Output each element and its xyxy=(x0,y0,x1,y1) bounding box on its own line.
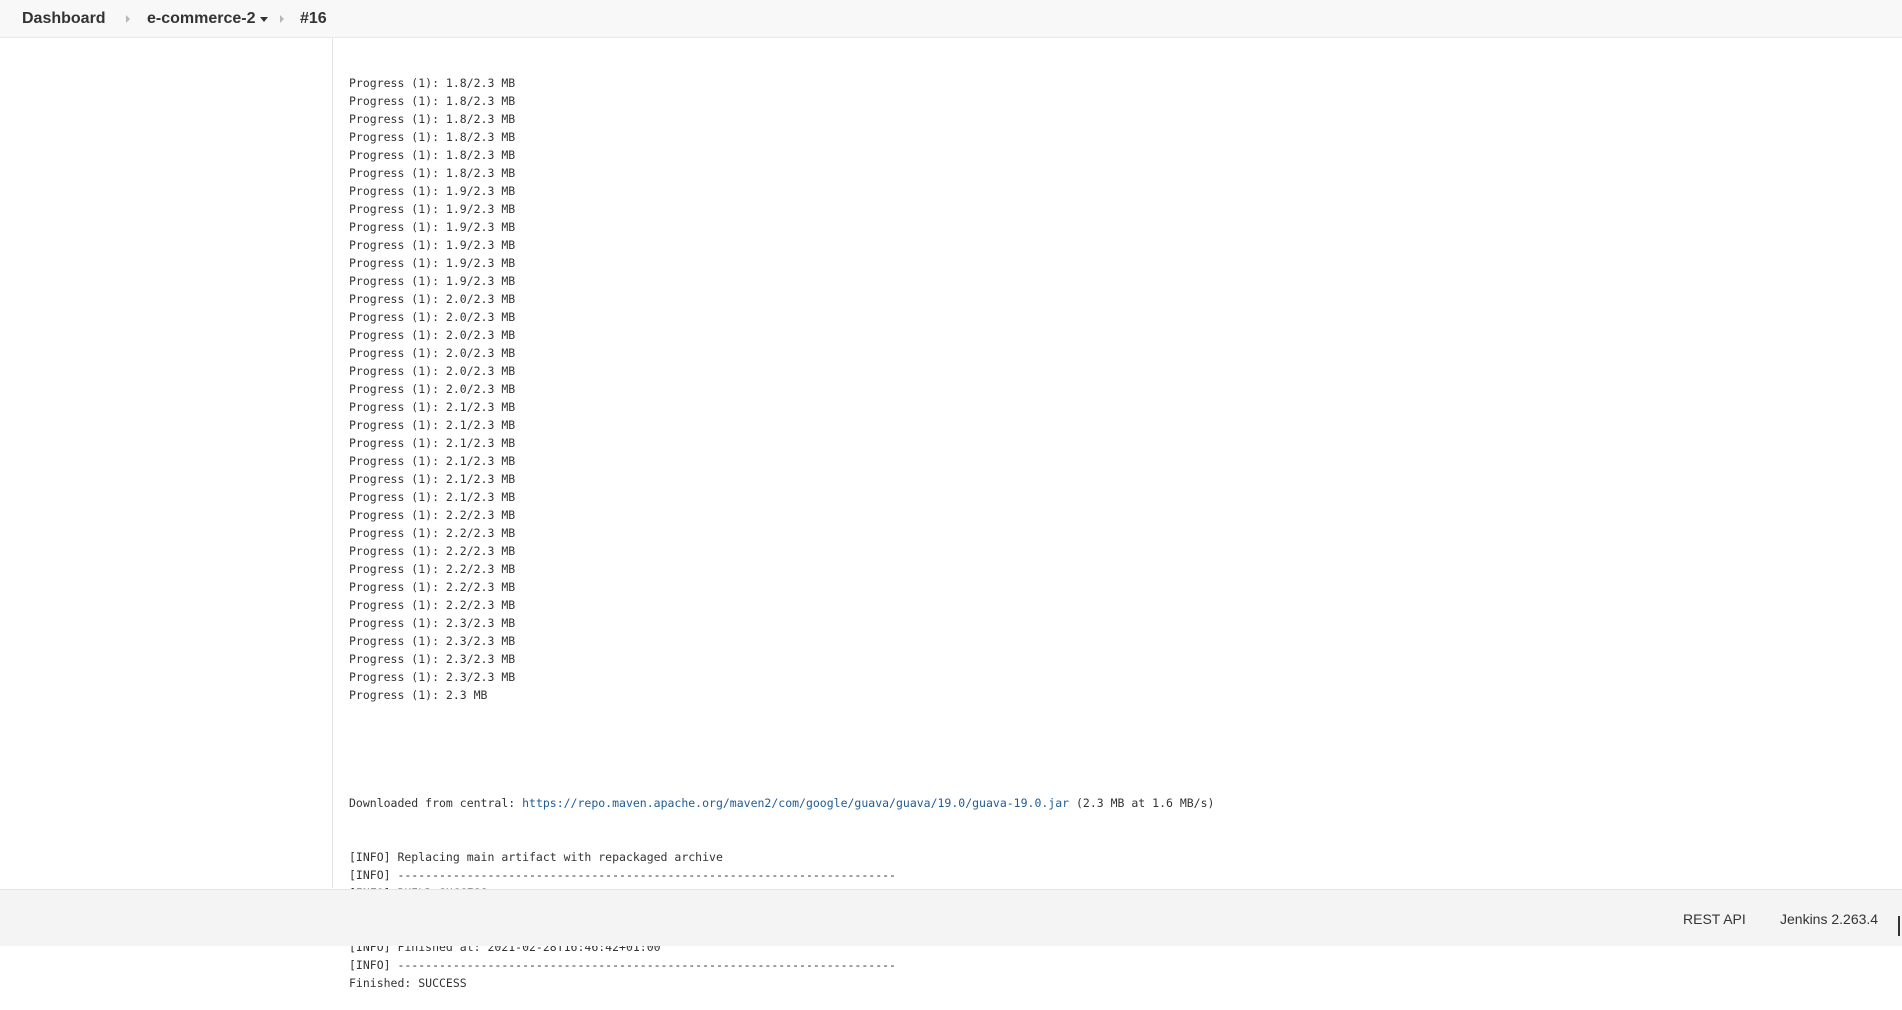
progress-line: Progress (1): 2.0/2.3 MB xyxy=(349,328,516,342)
progress-line: Progress (1): 1.9/2.3 MB xyxy=(349,220,516,234)
progress-line: Progress (1): 2.1/2.3 MB xyxy=(349,400,516,414)
breadcrumb-separator-icon xyxy=(280,15,284,23)
download-prefix: Downloaded from central: xyxy=(349,796,523,810)
progress-lines: Progress (1): 1.8/2.3 MB Progress (1): 1.… xyxy=(349,74,1869,704)
progress-line: Progress (1): 2.2/2.3 MB xyxy=(349,580,516,594)
progress-line: Progress (1): 1.8/2.3 MB xyxy=(349,76,516,90)
breadcrumb-dashboard-link[interactable]: Dashboard xyxy=(22,10,106,28)
jenkins-version-link[interactable]: Jenkins 2.263.4 xyxy=(1780,911,1878,927)
progress-line: Progress (1): 2.2/2.3 MB xyxy=(349,508,516,522)
progress-line: Progress (1): 2.3/2.3 MB xyxy=(349,616,516,630)
progress-line: Progress (1): 1.8/2.3 MB xyxy=(349,94,516,108)
progress-line: Progress (1): 2.2/2.3 MB xyxy=(349,544,516,558)
progress-line: Progress (1): 1.9/2.3 MB xyxy=(349,274,516,288)
footer: REST API Jenkins 2.263.4 xyxy=(0,889,1902,946)
progress-line: Progress (1): 2.2/2.3 MB xyxy=(349,562,516,576)
console-line: Finished: SUCCESS xyxy=(349,976,467,990)
progress-line: Progress (1): 1.8/2.3 MB xyxy=(349,148,516,162)
breadcrumb: Dashboard e-commerce-2 #16 xyxy=(0,0,1902,38)
progress-line: Progress (1): 2.3/2.3 MB xyxy=(349,670,516,684)
progress-line: Progress (1): 1.9/2.3 MB xyxy=(349,184,516,198)
console-output: Progress (1): 1.8/2.3 MB Progress (1): 1.… xyxy=(349,38,1869,1010)
progress-line: Progress (1): 1.8/2.3 MB xyxy=(349,130,516,144)
console-line: [INFO] ---------------------------------… xyxy=(349,958,896,972)
progress-line: Progress (1): 1.9/2.3 MB xyxy=(349,256,516,270)
progress-line: Progress (1): 2.2/2.3 MB xyxy=(349,526,516,540)
progress-line: Progress (1): 2.1/2.3 MB xyxy=(349,490,516,504)
progress-line: Progress (1): 1.9/2.3 MB xyxy=(349,238,516,252)
breadcrumb-build-link[interactable]: #16 xyxy=(300,10,327,28)
progress-line: Progress (1): 2.1/2.3 MB xyxy=(349,472,516,486)
progress-line: Progress (1): 2.0/2.3 MB xyxy=(349,364,516,378)
breadcrumb-separator-icon xyxy=(126,15,130,23)
progress-line: Progress (1): 2.3 MB xyxy=(349,688,488,702)
rest-api-link[interactable]: REST API xyxy=(1683,911,1746,927)
progress-line: Progress (1): 2.0/2.3 MB xyxy=(349,292,516,306)
side-panel xyxy=(0,38,333,888)
progress-line: Progress (1): 1.8/2.3 MB xyxy=(349,112,516,126)
download-suffix: (2.3 MB at 1.6 MB/s) xyxy=(1069,796,1215,810)
progress-line: Progress (1): 2.0/2.3 MB xyxy=(349,346,516,360)
progress-line: Progress (1): 2.3/2.3 MB xyxy=(349,652,516,666)
progress-line: Progress (1): 2.1/2.3 MB xyxy=(349,418,516,432)
download-url-link[interactable]: https://repo.maven.apache.org/maven2/com… xyxy=(522,796,1069,810)
progress-line: Progress (1): 2.1/2.3 MB xyxy=(349,454,516,468)
progress-line: Progress (1): 1.9/2.3 MB xyxy=(349,202,516,216)
console-line: [INFO] Replacing main artifact with repa… xyxy=(349,850,723,864)
console-line: [INFO] ---------------------------------… xyxy=(349,868,896,882)
breadcrumb-job-link[interactable]: e-commerce-2 xyxy=(147,10,256,28)
progress-line: Progress (1): 2.0/2.3 MB xyxy=(349,310,516,324)
progress-line: Progress (1): 2.0/2.3 MB xyxy=(349,382,516,396)
progress-line: Progress (1): 1.8/2.3 MB xyxy=(349,166,516,180)
progress-line: Progress (1): 2.3/2.3 MB xyxy=(349,634,516,648)
download-line: Downloaded from central: https://repo.ma… xyxy=(349,794,1869,812)
progress-line: Progress (1): 2.2/2.3 MB xyxy=(349,598,516,612)
chevron-down-icon[interactable] xyxy=(260,17,268,22)
resize-handle-icon xyxy=(1898,916,1900,936)
progress-line: Progress (1): 2.1/2.3 MB xyxy=(349,436,516,450)
